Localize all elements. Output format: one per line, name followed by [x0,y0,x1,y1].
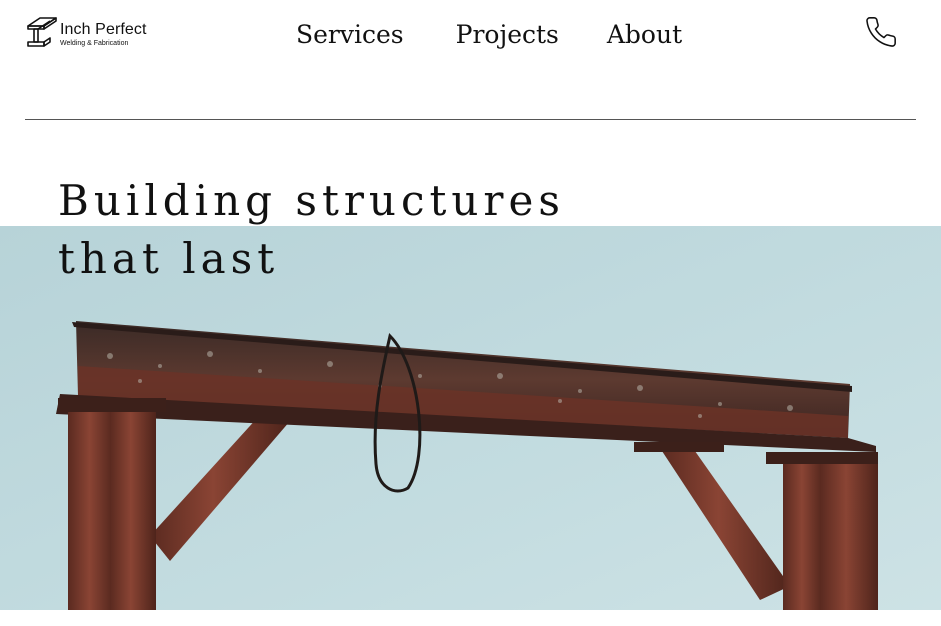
nav-link-projects[interactable]: Projects [456,20,559,49]
hero-headline-line2: that last [58,234,280,283]
brand-logo[interactable]: Inch Perfect Welding & Fabrication [26,16,147,52]
hero-headline-line1: Building structures [58,176,565,225]
site-header: Inch Perfect Welding & Fabrication Servi… [0,0,941,120]
brand-text: Inch Perfect Welding & Fabrication [60,20,147,47]
i-beam-logo-icon [27,17,57,47]
hero-headline: Building structures that last [58,172,565,288]
nav-link-services[interactable]: Services [296,20,404,49]
brand-tagline: Welding & Fabrication [60,39,129,47]
brand-name: Inch Perfect [60,20,147,38]
phone-icon[interactable] [864,15,898,49]
main-nav: Services Projects About [296,20,682,49]
header-divider [25,119,916,120]
nav-link-about[interactable]: About [607,20,682,49]
